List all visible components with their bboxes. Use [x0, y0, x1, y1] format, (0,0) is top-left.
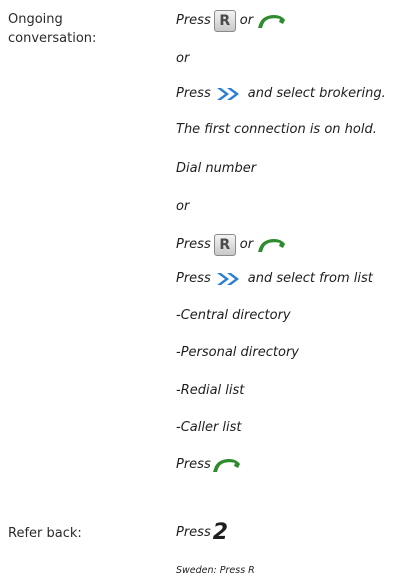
- line-press-2: Press 2: [176, 520, 229, 545]
- or-text: or: [239, 13, 254, 28]
- label-ongoing-line1: Ongoing: [8, 12, 63, 27]
- brokering-text: and select brokering.: [247, 86, 386, 101]
- line-central-directory: -Central directory: [176, 308, 291, 323]
- line-or-1: or: [176, 51, 190, 66]
- line-dial-number: Dial number: [176, 161, 257, 176]
- r-key-icon: R: [213, 234, 236, 256]
- press-text: Press: [176, 237, 211, 252]
- digit-2: 2: [212, 520, 229, 545]
- line-redial-list: -Redial list: [176, 383, 245, 398]
- line-press-phone: Press: [176, 456, 242, 474]
- double-chevron-icon: [216, 273, 239, 285]
- press-text: Press: [176, 13, 211, 28]
- line-press-r-or-phone: Press R or: [176, 10, 287, 32]
- phone-handset-icon: [258, 15, 286, 28]
- label-ongoing-line2: conversation:: [8, 31, 97, 46]
- press-text: Press: [176, 525, 211, 540]
- label-refer-back: Refer back:: [8, 526, 82, 541]
- press-text: Press: [176, 86, 211, 101]
- sweden-note: Sweden: Press R: [176, 565, 255, 576]
- line-caller-list: -Caller list: [176, 420, 242, 435]
- line-press-r-or-phone-2: Press R or: [176, 234, 287, 256]
- press-text: Press: [176, 457, 211, 472]
- line-first-connection-hold: The first connection is on hold.: [176, 122, 377, 137]
- phone-handset-icon: [258, 239, 286, 252]
- line-personal-directory: -Personal directory: [176, 345, 299, 360]
- line-press-brokering: Press and select brokering.: [176, 85, 386, 103]
- label-ongoing-conversation: Ongoing conversation:: [8, 10, 96, 48]
- phone-handset-icon: [212, 459, 240, 472]
- line-press-select-from-list: Press and select from list: [176, 270, 373, 288]
- select-from-list-text: and select from list: [247, 271, 373, 286]
- r-key-icon: R: [213, 10, 236, 32]
- double-chevron-icon: [216, 88, 239, 100]
- press-text: Press: [176, 271, 211, 286]
- line-or-2: or: [176, 199, 190, 214]
- or-text: or: [239, 237, 254, 252]
